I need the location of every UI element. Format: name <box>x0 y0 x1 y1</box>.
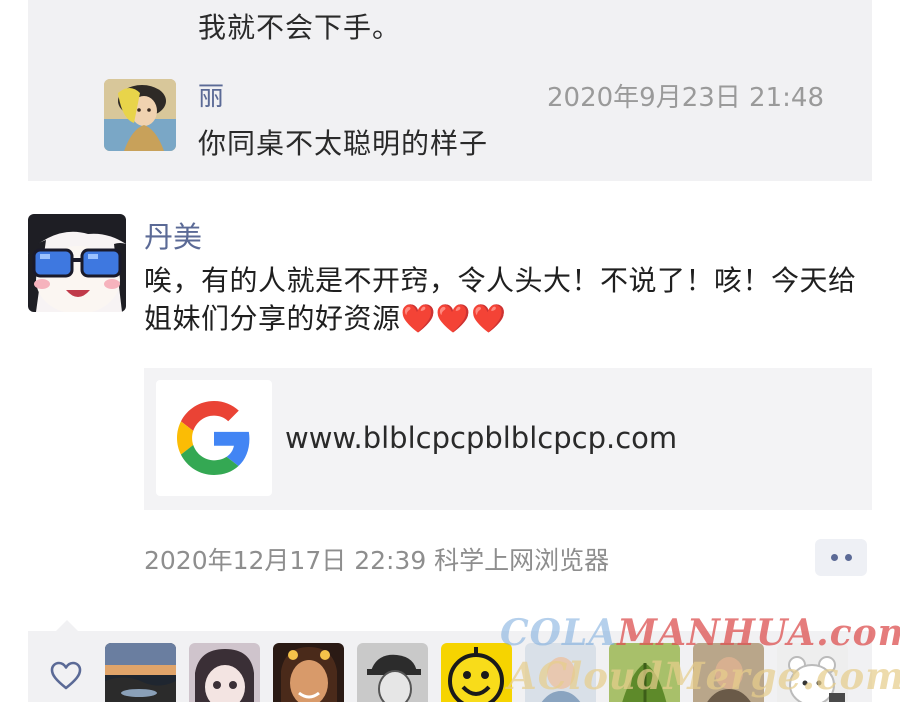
comment-text[interactable]: 你同桌不太聪明的样子 <box>198 122 488 162</box>
more-dots-icon <box>830 554 838 561</box>
post-author-avatar[interactable] <box>28 214 126 312</box>
smiley-face-avatar-icon <box>441 643 512 702</box>
comment-timestamp: 2020年9月23日 21:48 <box>547 83 824 113</box>
liker-avatar[interactable] <box>525 643 596 702</box>
more-options-button[interactable] <box>815 539 867 576</box>
moments-feed: 我就不会下手。 丽 2020年9月23日 21:48 你同桌不太聪明的样子 丹美… <box>0 0 900 702</box>
portrait-avatar-icon <box>525 643 596 702</box>
post-meta: 2020年12月17日 22:39 科学上网浏览器 <box>144 546 610 575</box>
illustrated-girl-avatar-icon <box>104 79 176 151</box>
comment-avatar[interactable] <box>104 79 176 151</box>
cartoon-girl-sunglasses-avatar-icon <box>28 214 126 312</box>
person-photo-avatar-icon <box>693 643 764 702</box>
liker-avatar[interactable] <box>273 643 344 702</box>
heart-outline-icon <box>50 661 82 690</box>
liker-avatar[interactable] <box>777 643 848 702</box>
liker-avatar[interactable] <box>441 643 512 702</box>
comment-section: 我就不会下手。 丽 2020年9月23日 21:48 你同桌不太聪明的样子 <box>28 0 872 181</box>
smiling-woman-avatar-icon <box>273 643 344 702</box>
landscape-sunset-avatar-icon <box>105 643 176 702</box>
post-text: 唉，有的人就是不开窍，令人头大！不说了！咳！今天给姐妹们分享的好资源❤️❤️❤️ <box>144 264 857 335</box>
detective-sketch-avatar-icon <box>357 643 428 702</box>
likes-row <box>28 631 872 702</box>
link-thumbnail <box>156 380 272 496</box>
anime-girl-avatar-icon <box>189 643 260 702</box>
white-bear-avatar-icon <box>777 643 848 702</box>
more-dots-icon <box>844 554 852 561</box>
liker-avatar[interactable] <box>357 643 428 702</box>
liker-avatar[interactable] <box>105 643 176 702</box>
previous-comment-text: 我就不会下手。 <box>198 11 402 44</box>
liker-avatar[interactable] <box>189 643 260 702</box>
likes-pointer <box>56 620 78 631</box>
green-plant-avatar-icon <box>609 643 680 702</box>
shared-link-card[interactable]: www.blblcpcpblblcpcp.com <box>144 368 872 510</box>
google-logo-icon <box>177 401 250 475</box>
comment-author[interactable]: 丽 <box>198 76 224 113</box>
liker-avatar[interactable] <box>609 643 680 702</box>
liker-avatar[interactable] <box>693 643 764 702</box>
post-author[interactable]: 丹美 <box>144 214 202 256</box>
link-url: www.blblcpcpblblcpcp.com <box>285 421 678 455</box>
